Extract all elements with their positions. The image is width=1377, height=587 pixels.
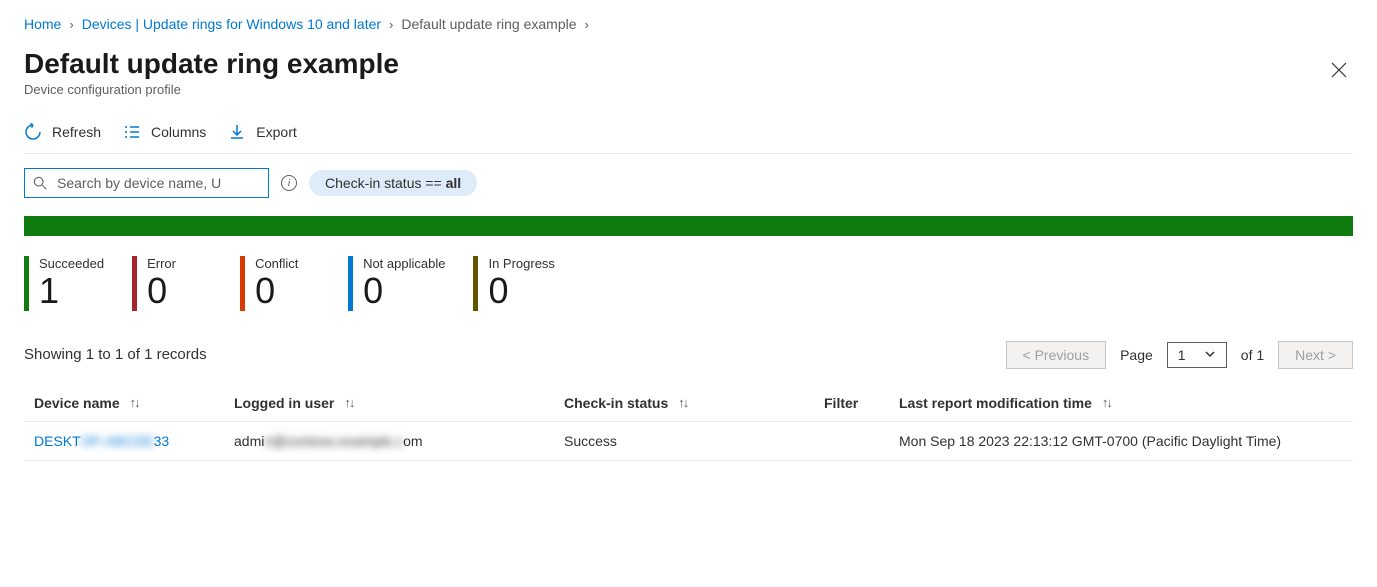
search-input[interactable]	[55, 174, 260, 192]
column-header-device[interactable]: Device name ↑↓	[24, 395, 234, 411]
status-tile[interactable]: In Progress0	[473, 256, 554, 311]
chevron-right-icon: ›	[69, 17, 73, 32]
column-label: Device name	[34, 395, 120, 411]
status-color-bar	[132, 256, 137, 311]
column-label: Filter	[824, 395, 858, 411]
close-icon	[1331, 62, 1347, 78]
column-label: Check-in status	[564, 395, 668, 411]
page-subtitle: Device configuration profile	[24, 82, 399, 97]
column-header-filter[interactable]: Filter	[824, 395, 899, 411]
search-row: i Check-in status == all	[24, 168, 1353, 198]
progress-bar	[24, 216, 1353, 236]
column-label: Logged in user	[234, 395, 334, 411]
export-button[interactable]: Export	[228, 123, 296, 141]
status-tile[interactable]: Conflict0	[240, 256, 320, 311]
status-color-bar	[240, 256, 245, 311]
column-header-status[interactable]: Check-in status ↑↓	[564, 395, 824, 411]
breadcrumb-devices[interactable]: Devices | Update rings for Windows 10 an…	[82, 16, 381, 32]
columns-label: Columns	[151, 124, 206, 140]
status-count: 0	[488, 271, 554, 311]
columns-button[interactable]: Columns	[123, 123, 206, 141]
status-tiles: Succeeded1Error0Conflict0Not applicable0…	[24, 256, 1353, 311]
status-count: 0	[147, 271, 176, 311]
breadcrumb-home[interactable]: Home	[24, 16, 61, 32]
page-number: 1	[1178, 347, 1186, 363]
chevron-down-icon	[1204, 347, 1216, 363]
status-tile[interactable]: Not applicable0	[348, 256, 445, 311]
column-label: Last report modification time	[899, 395, 1092, 411]
table-header-row: Device name ↑↓ Logged in user ↑↓ Check-i…	[24, 385, 1353, 422]
refresh-icon	[24, 123, 42, 141]
pagination: < Previous Page 1 of 1 Next >	[1006, 341, 1353, 369]
table-row: DESKTOP-ABCDE33 admin@contoso.example.com…	[24, 422, 1353, 461]
filter-pill-checkin[interactable]: Check-in status == all	[309, 170, 477, 196]
search-icon	[33, 176, 47, 190]
toolbar: Refresh Columns Export	[24, 123, 1353, 154]
sort-icon: ↑↓	[344, 395, 353, 410]
sort-icon: ↑↓	[130, 395, 139, 410]
close-button[interactable]	[1325, 56, 1353, 89]
data-table: Device name ↑↓ Logged in user ↑↓ Check-i…	[24, 385, 1353, 461]
status-label: Conflict	[255, 256, 298, 271]
sort-icon: ↑↓	[1102, 395, 1111, 410]
search-box[interactable]	[24, 168, 269, 198]
export-label: Export	[256, 124, 296, 140]
status-count: 0	[363, 271, 445, 311]
columns-icon	[123, 123, 141, 141]
status-tile[interactable]: Error0	[132, 256, 212, 311]
status-label: Succeeded	[39, 256, 104, 271]
filter-pill-value: all	[446, 175, 462, 191]
column-header-time[interactable]: Last report modification time ↑↓	[899, 395, 1353, 411]
page-title: Default update ring example	[24, 48, 399, 80]
status-count: 1	[39, 271, 104, 311]
status-color-bar	[348, 256, 353, 311]
status-count: 0	[255, 271, 298, 311]
records-count-text: Showing 1 to 1 of 1 records	[24, 346, 207, 363]
breadcrumb-current: Default update ring example	[401, 16, 576, 32]
filter-pill-label: Check-in status ==	[325, 175, 442, 191]
status-label: Error	[147, 256, 176, 271]
status-label: In Progress	[488, 256, 554, 271]
refresh-label: Refresh	[52, 124, 101, 140]
status-label: Not applicable	[363, 256, 445, 271]
device-link[interactable]: DESKTOP-ABCDE33	[34, 433, 169, 449]
page-of-text: of 1	[1241, 347, 1264, 363]
status-color-bar	[473, 256, 478, 311]
next-button[interactable]: Next >	[1278, 341, 1353, 369]
time-cell: Mon Sep 18 2023 22:13:12 GMT-0700 (Pacif…	[899, 433, 1353, 449]
previous-button[interactable]: < Previous	[1006, 341, 1107, 369]
sort-icon: ↑↓	[678, 395, 687, 410]
page-label: Page	[1120, 347, 1153, 363]
chevron-right-icon: ›	[389, 17, 393, 32]
status-cell: Success	[564, 433, 824, 449]
export-icon	[228, 123, 246, 141]
info-icon[interactable]: i	[281, 175, 297, 191]
column-header-user[interactable]: Logged in user ↑↓	[234, 395, 564, 411]
status-color-bar	[24, 256, 29, 311]
user-cell: admin@contoso.example.com	[234, 433, 564, 449]
refresh-button[interactable]: Refresh	[24, 123, 101, 141]
page-select[interactable]: 1	[1167, 342, 1227, 368]
breadcrumb: Home › Devices | Update rings for Window…	[24, 10, 1353, 48]
status-tile[interactable]: Succeeded1	[24, 256, 104, 311]
chevron-right-icon: ›	[585, 17, 589, 32]
